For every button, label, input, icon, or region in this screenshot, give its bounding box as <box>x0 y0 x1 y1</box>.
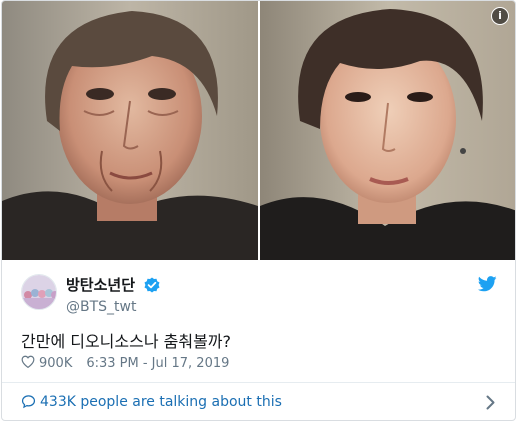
user-handle[interactable]: @BTS_twt <box>66 299 160 315</box>
verified-badge-icon <box>144 277 160 297</box>
tweet-timestamp[interactable]: 6:33 PM - Jul 17, 2019 <box>86 356 229 371</box>
user-info[interactable]: 방탄소년단 @BTS_twt <box>66 274 160 315</box>
left-photo[interactable] <box>2 1 258 260</box>
heart-icon[interactable] <box>21 355 35 372</box>
tweet-meta: 900K 6:33 PM - Jul 17, 2019 <box>21 355 229 372</box>
comment-bubble-icon <box>21 394 36 413</box>
chevron-right-icon[interactable] <box>486 395 495 414</box>
twitter-bird-icon[interactable] <box>477 276 497 296</box>
conversation-link[interactable]: 433K people are talking about this <box>2 382 515 420</box>
embedded-tweet-card[interactable]: i 방탄소년단 @BTS_twt 간만에 디오니소스나 춤춰볼까? 900K 6… <box>1 0 516 421</box>
people-talking-link[interactable]: 433K people are talking about this <box>40 394 282 410</box>
tweet-media[interactable]: i <box>2 1 515 260</box>
info-icon[interactable]: i <box>491 7 509 25</box>
tweet-text: 간만에 디오니소스나 춤춰볼까? <box>21 332 232 351</box>
like-count[interactable]: 900K <box>39 356 72 371</box>
right-photo[interactable] <box>260 1 515 260</box>
tweet-body: 방탄소년단 @BTS_twt 간만에 디오니소스나 춤춰볼까? 900K 6:3… <box>2 260 515 382</box>
avatar[interactable] <box>21 274 57 310</box>
display-name[interactable]: 방탄소년단 <box>66 276 135 294</box>
